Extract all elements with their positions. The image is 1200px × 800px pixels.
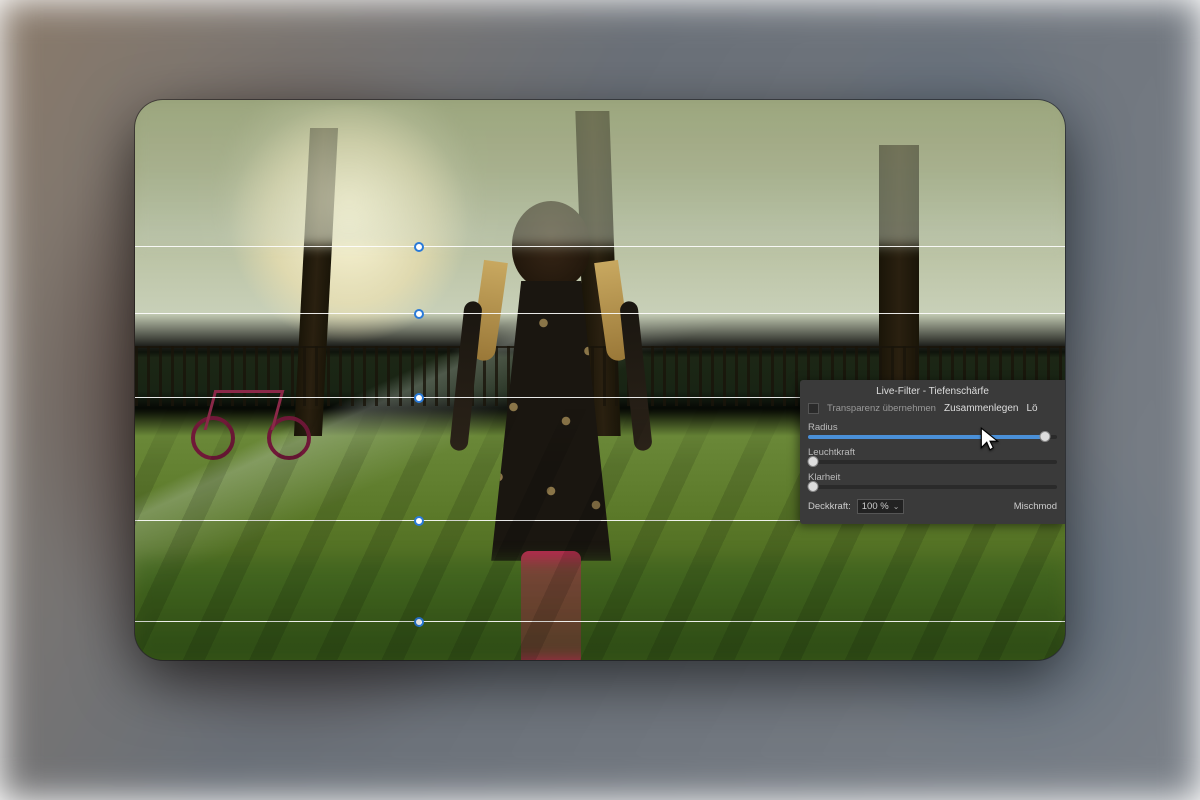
radius-label: Radius (808, 422, 1057, 433)
clarity-slider[interactable] (808, 485, 1057, 489)
chevron-down-icon: ⌄ (893, 502, 900, 511)
dof-handle[interactable] (414, 242, 424, 252)
dof-handle[interactable] (414, 393, 424, 403)
dof-guide-line[interactable] (135, 313, 1065, 314)
blend-mode-label: Mischmod (1014, 501, 1057, 512)
vibrance-label: Leuchtkraft (808, 447, 1057, 458)
preserve-alpha-checkbox[interactable] (808, 403, 819, 414)
dof-guide-line[interactable] (135, 621, 1065, 622)
dof-blur-bottom (135, 559, 1065, 660)
bicycle (191, 380, 311, 460)
delete-button[interactable]: Lö (1026, 403, 1037, 414)
vibrance-slider[interactable] (808, 460, 1057, 464)
preview-card: Live-Filter - Tiefenschärfe Transparenz … (135, 100, 1065, 660)
dof-handle[interactable] (414, 309, 424, 319)
radius-slider[interactable] (808, 435, 1057, 439)
panel-title: Live-Filter - Tiefenschärfe (808, 386, 1057, 397)
tree-trunk (294, 128, 338, 436)
opacity-value: 100 % (862, 501, 889, 512)
merge-button[interactable]: Zusammenlegen (944, 403, 1018, 414)
opacity-label: Deckkraft: (808, 501, 851, 512)
live-filter-panel: Live-Filter - Tiefenschärfe Transparenz … (800, 380, 1065, 524)
dof-handle[interactable] (414, 617, 424, 627)
opacity-dropdown[interactable]: 100 % ⌄ (857, 499, 905, 514)
preserve-alpha-label: Transparenz übernehmen (827, 403, 936, 414)
tree-trunk (576, 111, 621, 436)
dof-handle[interactable] (414, 516, 424, 526)
clarity-label: Klarheit (808, 472, 1057, 483)
subject-child (451, 201, 651, 660)
dof-blur-top (135, 100, 1065, 246)
dof-guide-line[interactable] (135, 246, 1065, 247)
